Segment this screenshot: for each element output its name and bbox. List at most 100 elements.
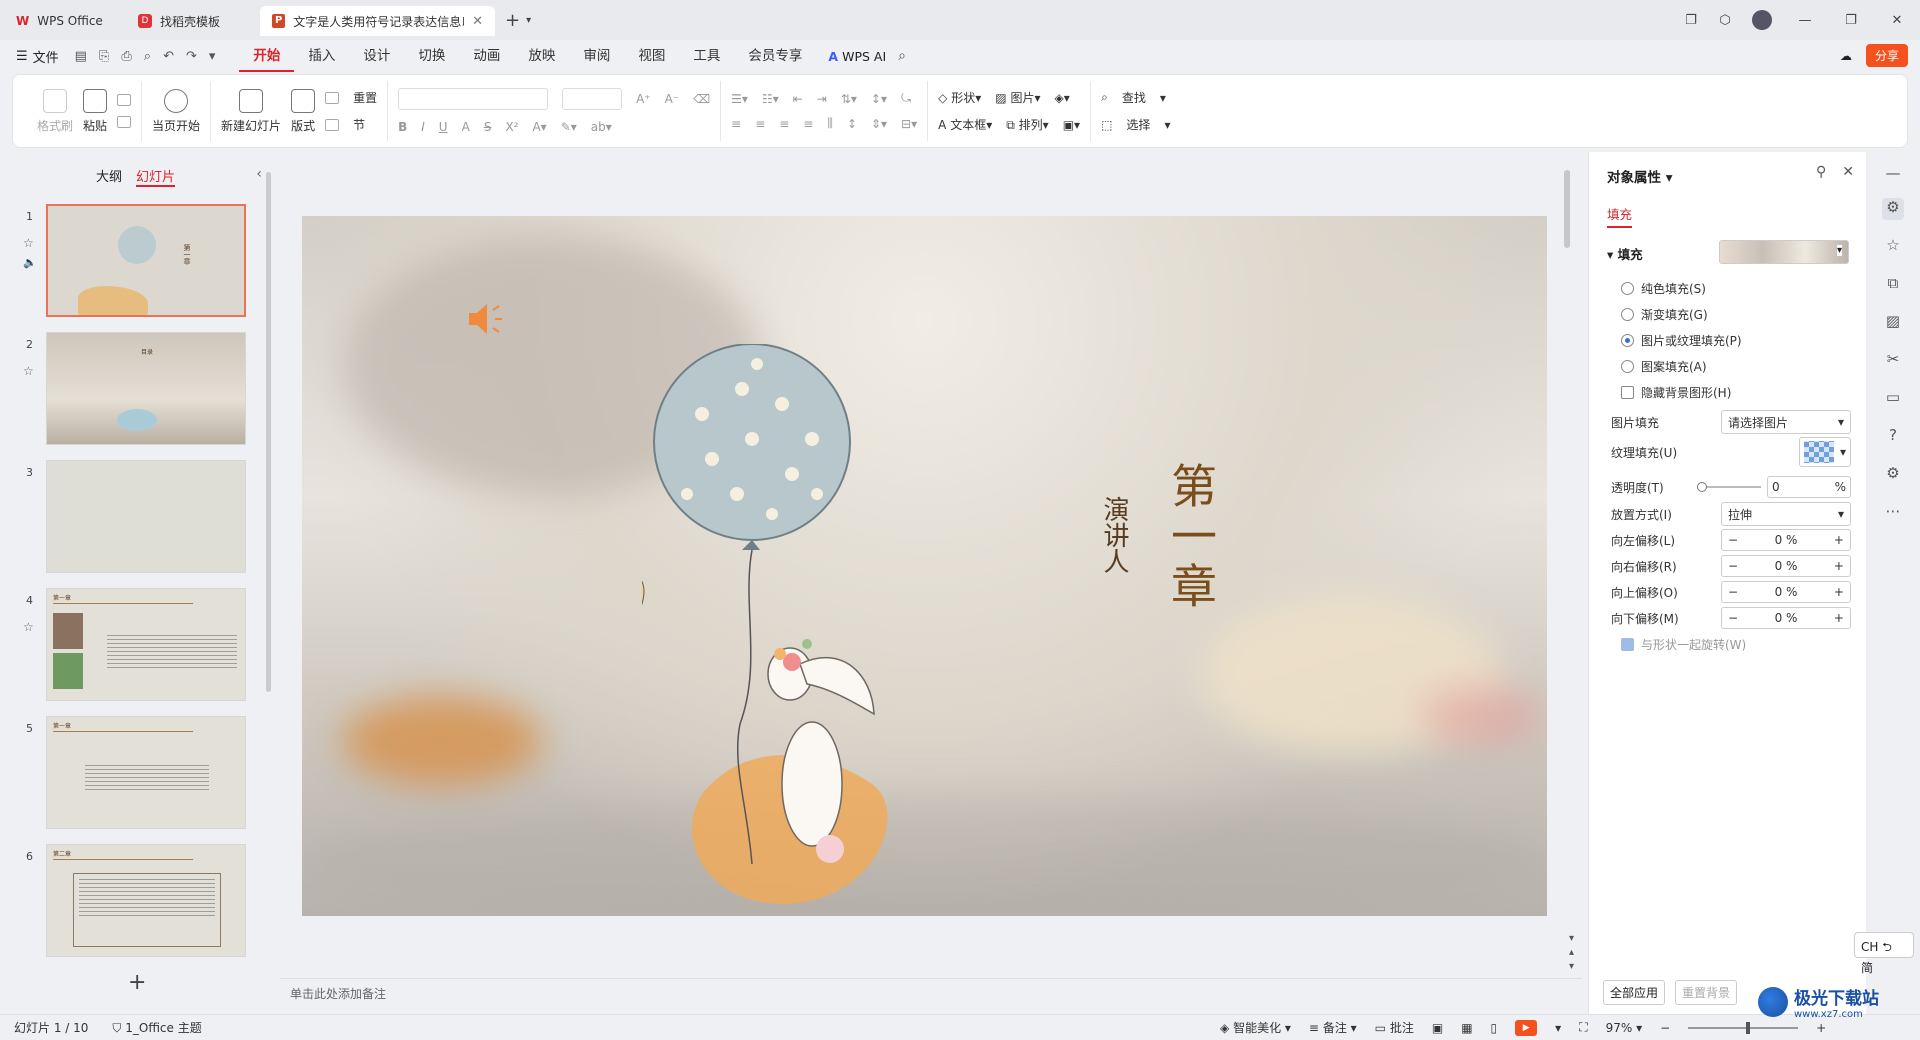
strikethrough-icon[interactable]: S (484, 120, 492, 134)
offset-right-stepper[interactable]: − 0 % + (1721, 555, 1851, 577)
zoom-slider[interactable] (1688, 1021, 1799, 1034)
line-spacing-icon[interactable]: ↕ (847, 117, 857, 131)
new-tab-button[interactable]: + (505, 10, 520, 31)
tab-design[interactable]: 设计 (349, 40, 404, 72)
offset-left-stepper[interactable]: − 0 % + (1721, 529, 1851, 551)
apply-all-button[interactable]: 全部应用 (1603, 980, 1666, 1005)
collapse-icon[interactable]: — (1882, 164, 1904, 186)
layout-button[interactable]: 版式 (291, 88, 315, 134)
section-button[interactable]: 节 (325, 116, 377, 133)
normal-view-icon[interactable]: ▣ (1432, 1021, 1443, 1035)
star-icon[interactable]: ☆ (1882, 236, 1904, 258)
current-slide[interactable]: 第一章 演讲人 (302, 216, 1547, 916)
tab-transitions[interactable]: 切换 (404, 40, 459, 72)
radio-button[interactable] (1621, 334, 1634, 347)
decrease-font-icon[interactable]: A⁻ (665, 92, 680, 106)
book-icon[interactable]: ▭ (1882, 388, 1904, 410)
minus-icon[interactable]: − (1728, 559, 1738, 573)
notes-button[interactable]: ≡ 备注 ▾ (1309, 1019, 1357, 1036)
image-edit-icon[interactable]: ▨ (1882, 312, 1904, 334)
bold-icon[interactable]: B (398, 120, 407, 134)
italic-icon[interactable]: I (421, 120, 425, 134)
slide-thumbnail[interactable]: 2 ☆ 目录 (0, 332, 260, 448)
pattern-fill-option[interactable]: 图案填充(A) (1621, 358, 1707, 375)
convert-icon[interactable]: ⤿ (901, 91, 911, 106)
font-size-select[interactable] (562, 88, 623, 110)
presenter-label[interactable]: 演讲人 (1092, 496, 1132, 574)
fill-color-icon[interactable]: ◈▾ (1054, 91, 1069, 105)
bullets-icon[interactable]: ☰▾ (731, 92, 748, 106)
font-color-icon[interactable]: A▾ (532, 120, 546, 134)
page-nav-arrows[interactable]: ▾ ▴ ▾ (1569, 932, 1574, 974)
slide-title[interactable]: 第一章 (1160, 462, 1220, 612)
para-spacing-icon[interactable]: ⇕▾ (871, 117, 887, 131)
underline-icon[interactable]: U (439, 120, 448, 134)
close-window-button[interactable]: ✕ (1874, 13, 1920, 28)
settings-icon[interactable]: ⚙ (1882, 464, 1904, 486)
plus-icon[interactable]: + (1834, 533, 1844, 547)
picture-button[interactable]: ▨ 图片▾ (995, 89, 1040, 106)
picture-fill-select[interactable]: 请选择图片 ▾ (1721, 410, 1851, 434)
slide-thumbnail[interactable]: 3 (0, 460, 260, 576)
justify-icon[interactable]: ≡ (803, 117, 813, 131)
collapse-panel-icon[interactable]: ‹ (256, 166, 262, 182)
radio-button[interactable] (1621, 282, 1634, 295)
wps-ai-button[interactable]: A WPS AI (828, 49, 886, 64)
grid-view-icon[interactable]: ▦ (1461, 1021, 1472, 1035)
search-icon[interactable]: ⌕ (898, 48, 906, 64)
textbox-button[interactable]: A 文本框▾ (938, 116, 992, 133)
zoom-slider-knob[interactable] (1746, 1021, 1751, 1034)
reset-button[interactable]: 重置 (325, 89, 377, 106)
indent-icon[interactable]: ⇥ (817, 92, 827, 106)
minus-icon[interactable]: − (1728, 585, 1738, 599)
print-icon[interactable]: ⎙ (121, 49, 131, 64)
arrange-button[interactable]: ⧉ 排列▾ (1006, 116, 1048, 133)
avatar[interactable] (1752, 10, 1772, 30)
shadow-icon[interactable]: A (462, 120, 470, 134)
sort-icon[interactable]: ↕▾ (871, 92, 887, 106)
paste-button[interactable]: 粘贴 (83, 88, 107, 134)
chevron-down-icon[interactable]: ▾ (526, 15, 531, 26)
align-left-icon[interactable]: ≡ (731, 117, 741, 131)
tab-outline[interactable]: 大纲 (96, 166, 122, 187)
plus-icon[interactable]: + (1834, 611, 1844, 625)
slide-thumbnail[interactable]: 1 ☆ 🔈 第一章 (0, 204, 260, 320)
checkbox[interactable] (1621, 638, 1634, 651)
fit-window-icon[interactable]: ⛶ (1579, 1020, 1587, 1035)
chevron-down-icon[interactable]: ▾ (1555, 1021, 1561, 1035)
copy-icon[interactable] (117, 116, 132, 128)
tab-review[interactable]: 审阅 (569, 40, 624, 72)
increase-font-icon[interactable]: A⁺ (636, 92, 651, 106)
fill-section-header[interactable]: ▾ 填充 (1607, 244, 1643, 263)
tab-templates[interactable]: D 找稻壳模板 (126, 6, 256, 36)
undo-icon[interactable]: ↶ (163, 49, 174, 64)
font-family-select[interactable] (398, 88, 549, 110)
properties-icon[interactable]: ⚙ (1882, 198, 1904, 220)
ime-indicator[interactable]: CH ⮌ 简 (1854, 932, 1914, 975)
slide-thumbnail[interactable]: 4 ☆ 第一章 (0, 588, 260, 704)
balloon-bunny-illustration[interactable] (642, 344, 1122, 904)
chevron-down-icon[interactable]: ▾ (209, 49, 216, 64)
window-restore-icon[interactable]: ❐ (1674, 13, 1708, 28)
outline-color-icon[interactable]: ▣▾ (1063, 118, 1080, 132)
maximize-button[interactable]: ❐ (1828, 13, 1874, 28)
share-button[interactable]: 分享 (1865, 44, 1908, 67)
tab-view[interactable]: 视图 (624, 40, 679, 72)
outdent-icon[interactable]: ⇤ (793, 92, 803, 106)
slide-thumbnail[interactable]: 5 第一章 (0, 716, 260, 832)
zoom-out-icon[interactable]: − (1660, 1021, 1670, 1035)
placement-select[interactable]: 拉伸 ▾ (1721, 502, 1851, 526)
file-menu[interactable]: ☰ 文件 (16, 47, 59, 66)
find-button[interactable]: ⌕ 查找 ▾ (1101, 89, 1170, 106)
cloud-sync-icon[interactable]: ☁ (1840, 49, 1852, 63)
rotate-with-shape-option[interactable]: 与形状一起旋转(W) (1621, 636, 1746, 653)
close-icon[interactable]: ✕ (1842, 164, 1854, 180)
tab-home[interactable]: 开始 (239, 40, 295, 72)
tab-slides[interactable]: 幻灯片 (136, 166, 176, 187)
offset-down-stepper[interactable]: − 0 % + (1721, 607, 1851, 629)
radio-button[interactable] (1621, 360, 1634, 373)
redo-icon[interactable]: ↷ (186, 49, 197, 64)
offset-up-stepper[interactable]: − 0 % + (1721, 581, 1851, 603)
help-icon[interactable]: ? (1882, 426, 1904, 448)
print-preview-icon[interactable]: ⌕ (144, 49, 151, 64)
